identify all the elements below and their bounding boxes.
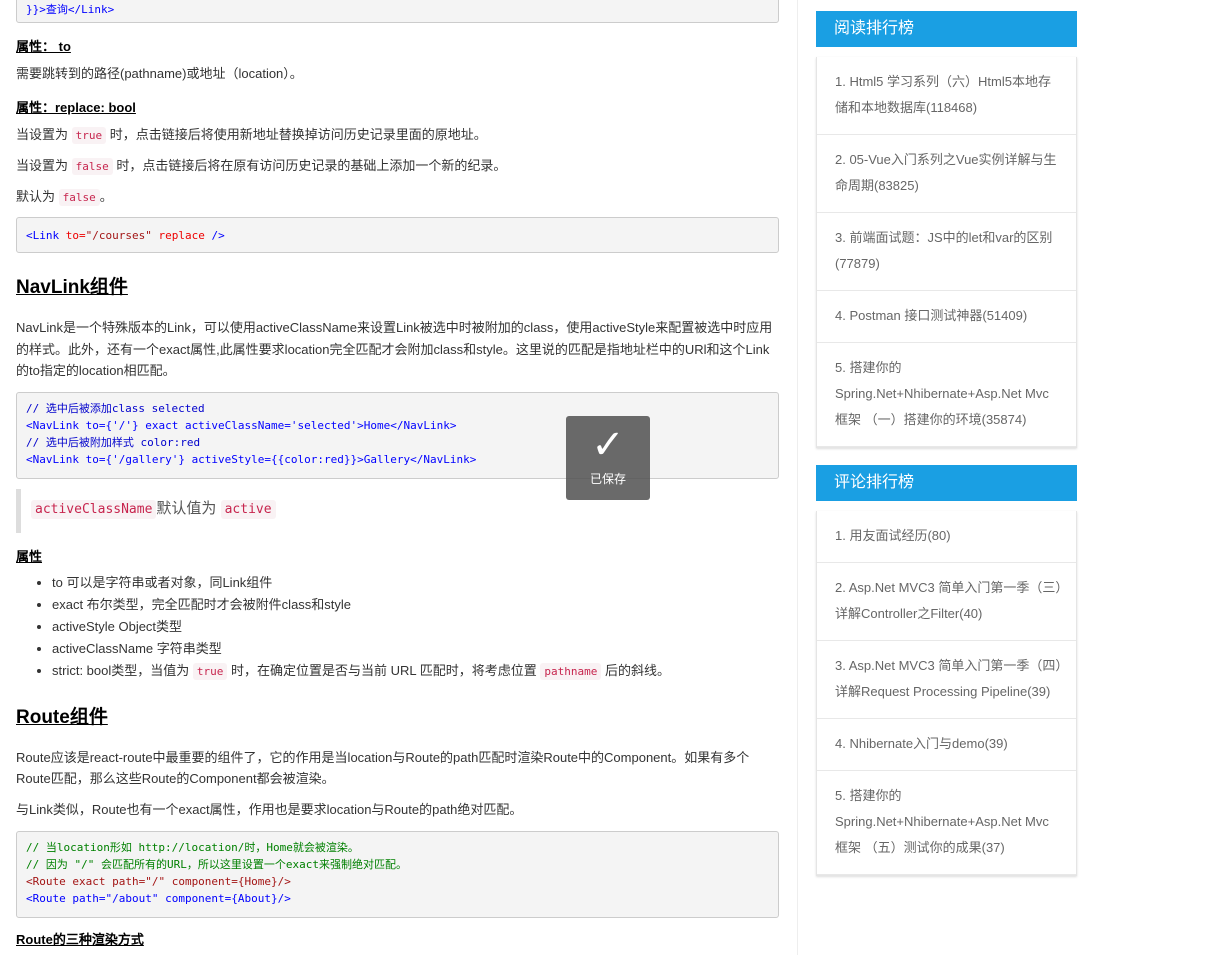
paragraph: 需要跳转到的路径(pathname)或地址（location）。 <box>16 66 303 81</box>
ranking-link[interactable]: 4. Nhibernate入门与demo(39) <box>817 719 1076 771</box>
ranking-link[interactable]: 2. Asp.Net MVC3 简单入门第一季（三）详解Controller之F… <box>817 563 1076 641</box>
ranking-link[interactable]: 1. 用友面试经历(80) <box>817 511 1076 563</box>
heading-props: 属性 <box>16 549 43 564</box>
list-item: activeStyle Object类型 <box>52 616 779 638</box>
ranking-list: 1. 用友面试经历(80) 2. Asp.Net MVC3 简单入门第一季（三）… <box>816 511 1077 876</box>
heading-render-methods: Route的三种渲染方式 <box>16 932 144 947</box>
ranking-link[interactable]: 5. 搭建你的Spring.Net+Nhibernate+Asp.Net Mvc… <box>817 343 1076 447</box>
ranking-link[interactable]: 4. Postman 接口测试神器(51409) <box>817 291 1076 343</box>
panel-title: 阅读排行榜 <box>816 11 1077 47</box>
ranking-link[interactable]: 5. 搭建你的Spring.Net+Nhibernate+Asp.Net Mvc… <box>817 771 1076 875</box>
paragraph: 默认为 false。 <box>16 189 113 206</box>
column-divider <box>797 0 798 955</box>
list-item: activeClassName 字符串类型 <box>52 638 779 660</box>
paragraph: NavLink是一个特殊版本的Link，可以使用activeClassName来… <box>16 320 773 378</box>
paragraph: 当设置为 true 时，点击链接后将使用新地址替换掉访问历史记录里面的原地址。 <box>16 127 487 144</box>
panel-title: 评论排行榜 <box>816 465 1077 501</box>
toast-text: 已保存 <box>589 472 626 486</box>
comment-ranking-panel: 评论排行榜 1. 用友面试经历(80) 2. Asp.Net MVC3 简单入门… <box>816 465 1077 876</box>
list-item: exact 布尔类型，完全匹配时才会被附件class和style <box>52 594 779 616</box>
section-title-route: Route组件 <box>16 707 108 728</box>
ranking-link[interactable]: 1. Html5 学习系列（六）Html5本地存储和本地数据库(118468) <box>817 57 1076 135</box>
ranking-link[interactable]: 3. Asp.Net MVC3 简单入门第一季（四）详解Request Proc… <box>817 641 1076 719</box>
ranking-link[interactable]: 2. 05-Vue入门系列之Vue实例详解与生命周期(83825) <box>817 135 1076 213</box>
blockquote: activeClassName 默认值为 active <box>16 489 779 533</box>
list-item: strict: bool类型，当值为 true 时，在确定位置是否与当前 URL… <box>52 660 779 683</box>
paragraph: 当设置为 false 时，点击链接后将在原有访问历史记录的基础上添加一个新的纪录… <box>16 158 507 175</box>
reading-ranking-panel: 阅读排行榜 1. Html5 学习系列（六）Html5本地存储和本地数据库(11… <box>816 11 1077 448</box>
code-block-link: }}>查询</Link> <box>16 0 779 23</box>
code-block-navlink: // 选中后被添加class selected <NavLink to={'/'}… <box>16 392 779 479</box>
list-item: to 可以是字符串或者对象，同Link组件 <box>52 572 779 594</box>
section-title-navlink: NavLink组件 <box>16 277 128 298</box>
saved-toast: ✓ 已保存 <box>566 416 650 500</box>
check-icon: ✓ <box>591 423 625 467</box>
props-list: to 可以是字符串或者对象，同Link组件 exact 布尔类型，完全匹配时才会… <box>16 572 779 683</box>
heading-prop-replace: 属性：replace: bool <box>16 100 136 115</box>
paragraph: Route应该是react-route中最重要的组件了，它的作用是当locati… <box>16 750 750 786</box>
ranking-link[interactable]: 3. 前端面试题：JS中的let和var的区别(77879) <box>817 213 1076 291</box>
code-block-replace: <Link to="/courses" replace /> <box>16 217 779 253</box>
ranking-list: 1. Html5 学习系列（六）Html5本地存储和本地数据库(118468) … <box>816 57 1077 448</box>
code-line: }}>查询</Link> <box>26 3 115 16</box>
paragraph: 与Link类似，Route也有一个exact属性，作用也是要求location与… <box>16 802 523 817</box>
code-block-route: // 当location形如 http://location/时，Home就会被… <box>16 831 779 918</box>
heading-prop-to: 属性： to <box>16 39 71 54</box>
